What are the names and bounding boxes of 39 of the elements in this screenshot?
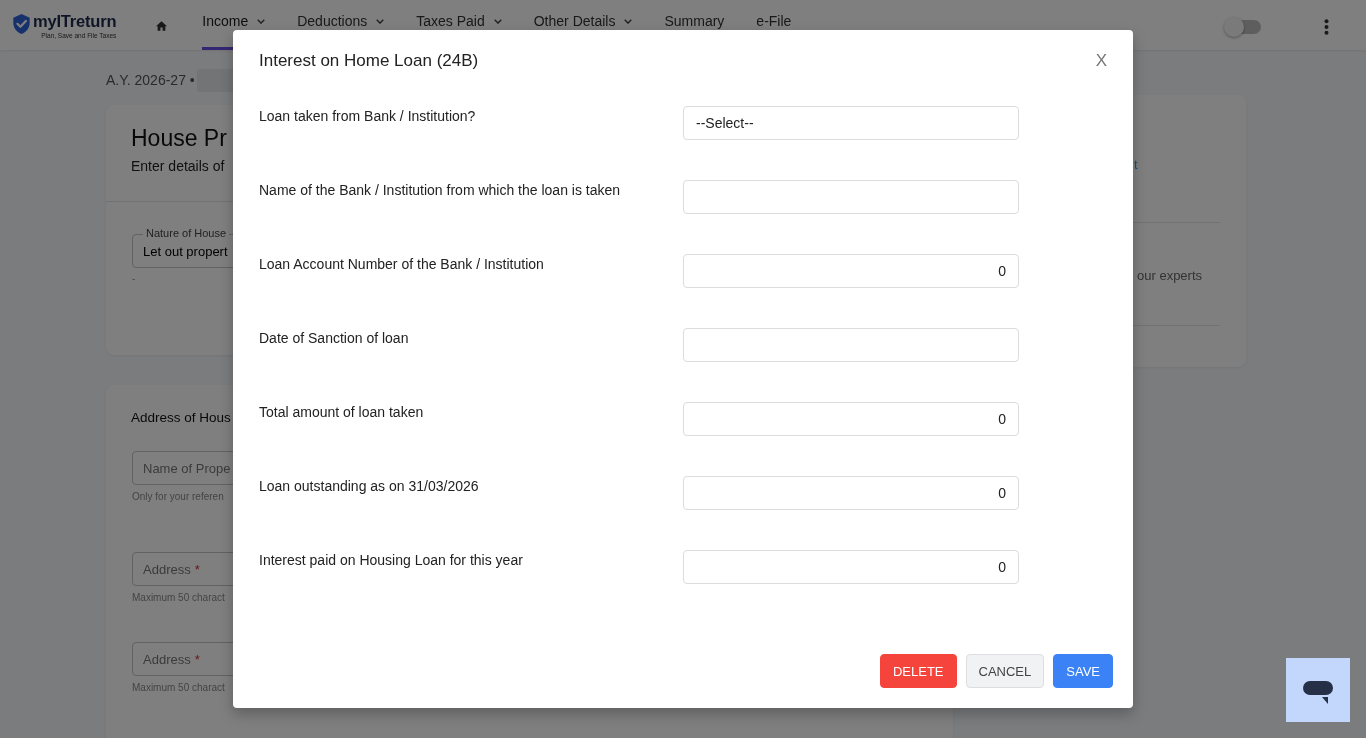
field-label: Interest paid on Housing Loan for this year xyxy=(259,552,523,568)
field-label: Date of Sanction of loan xyxy=(259,330,409,346)
chat-bubble-icon xyxy=(1303,680,1333,704)
nav-tab[interactable]: Taxes Paid xyxy=(416,13,502,29)
more-options-icon[interactable] xyxy=(1324,19,1329,35)
number-field[interactable]: 0 xyxy=(683,254,1019,288)
nav-tab[interactable]: e-File xyxy=(756,13,792,29)
date-field[interactable] xyxy=(683,328,1019,362)
side-text: our experts xyxy=(1137,268,1203,283)
nav-tab[interactable]: Income xyxy=(202,13,266,29)
select-field[interactable]: --Select-- xyxy=(683,106,1019,140)
section-title: Address of Hous xyxy=(131,409,231,427)
save-button[interactable]: SAVE xyxy=(1053,654,1113,688)
nav-tab[interactable]: Deductions xyxy=(297,13,385,29)
card-title: House Pr xyxy=(131,124,227,152)
field-label: Loan outstanding as on 31/03/2026 xyxy=(259,478,479,494)
chat-button[interactable] xyxy=(1286,658,1350,722)
field-label: Name of the Bank / Institution from which the loan is taken xyxy=(259,182,621,198)
field-label: Loan taken from Bank / Institution? xyxy=(259,108,476,124)
nav-tab[interactable]: Summary xyxy=(664,13,725,29)
home-icon[interactable] xyxy=(156,21,168,31)
dialog-title: Interest on Home Loan (24B) xyxy=(259,50,479,72)
number-field[interactable]: 0 xyxy=(683,550,1019,584)
helper-text: Only for your referen xyxy=(132,490,224,504)
input-field[interactable] xyxy=(683,180,1019,214)
logo-text: myITreturn xyxy=(33,11,117,31)
delete-button[interactable]: DELETE xyxy=(879,654,957,688)
field-label: Total amount of loan taken xyxy=(259,404,424,420)
nav-tab[interactable]: Other Details xyxy=(533,13,633,29)
field-note: - xyxy=(132,272,136,286)
shield-check-icon xyxy=(12,13,31,34)
close-button[interactable]: X xyxy=(1095,49,1107,73)
field-label: Loan Account Number of the Bank / Institution xyxy=(259,256,544,272)
cancel-button[interactable]: CANCEL xyxy=(965,654,1045,688)
number-field[interactable]: 0 xyxy=(683,402,1019,436)
number-field[interactable]: 0 xyxy=(683,476,1019,510)
card-subtitle: Enter details of xyxy=(131,157,225,176)
field-label: Nature of House xyxy=(143,227,230,240)
assessment-year-text: A.Y. 2026-27 • xyxy=(106,72,195,88)
